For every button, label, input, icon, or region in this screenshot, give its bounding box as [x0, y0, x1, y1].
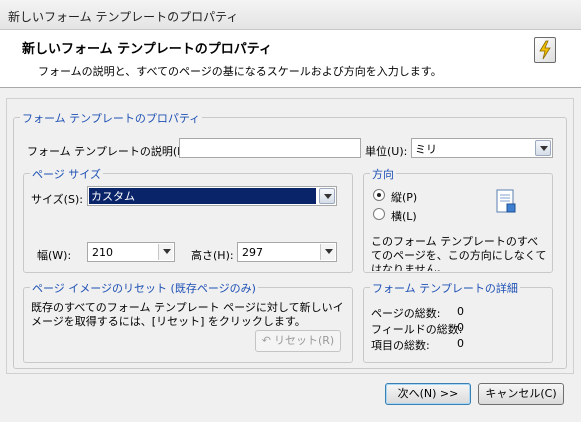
orientation-note: このフォーム テンプレートのすべてのページを、この方向にしなくてはなりません。 — [371, 235, 547, 271]
width-label: 幅(W): — [37, 249, 72, 262]
wizard-lightning-icon — [534, 37, 556, 63]
width-spinner[interactable]: 210 — [87, 242, 175, 262]
size-select[interactable]: カスタム — [87, 186, 337, 206]
header-subtitle: フォームの説明と、すべてのページの基になるスケールおよび方向を入力します。 — [38, 65, 442, 78]
page-orientation-icon — [496, 189, 516, 213]
main-panel: フォーム テンプレートのプロパティ フォーム テンプレートの説明(D): 単位(… — [6, 98, 574, 374]
portrait-radio[interactable] — [373, 189, 385, 201]
pages-count-value: 0 — [457, 305, 464, 318]
size-label: サイズ(S): — [31, 193, 83, 206]
height-value: 297 — [242, 246, 263, 259]
description-label: フォーム テンプレートの説明(D): — [27, 145, 194, 158]
description-input[interactable] — [179, 138, 361, 158]
orientation-legend: 方向 — [370, 166, 396, 182]
unit-select[interactable]: ミリ — [411, 138, 553, 158]
reset-button-label: リセット(R) — [273, 334, 335, 347]
chevron-down-icon[interactable] — [320, 244, 335, 260]
page-size-legend: ページ サイズ — [30, 166, 103, 182]
undo-icon: ↶ — [261, 334, 271, 347]
fields-count-value: 0 — [457, 321, 464, 334]
title-bar: 新しいフォーム テンプレートのプロパティ — [0, 0, 581, 30]
reset-button[interactable]: ↶ リセット(R) — [255, 330, 341, 352]
details-legend: フォーム テンプレートの詳細 — [370, 280, 520, 296]
items-count-value: 0 — [457, 337, 464, 350]
properties-legend: フォーム テンプレートのプロパティ — [20, 110, 203, 126]
height-label: 高さ(H): — [191, 249, 234, 262]
cancel-button[interactable]: キャンセル(C) — [478, 383, 564, 405]
header-title: 新しいフォーム テンプレートのプロパティ — [22, 42, 272, 57]
next-button[interactable]: 次へ(N) >> — [385, 383, 471, 405]
reset-legend: ページ イメージのリセット (既存ページのみ) — [30, 280, 258, 296]
pages-count-label: ページの総数: — [371, 307, 441, 320]
unit-select-value: ミリ — [415, 143, 437, 156]
chevron-down-icon[interactable] — [319, 188, 335, 204]
fields-count-label: フィールドの総数: — [371, 323, 463, 336]
width-value: 210 — [92, 246, 113, 259]
height-spinner[interactable]: 297 — [237, 242, 337, 262]
chevron-down-icon[interactable] — [535, 140, 551, 156]
unit-label: 単位(U): — [365, 145, 408, 158]
wizard-header: 新しいフォーム テンプレートのプロパティ フォームの説明と、すべてのページの基に… — [0, 30, 581, 88]
items-count-label: 項目の総数: — [371, 339, 430, 352]
portrait-label[interactable]: 縦(P) — [391, 189, 417, 205]
reset-description: 既存のすべてのフォーム テンプレート ページに対して新しいイメージを取得するには… — [31, 301, 344, 328]
window-title: 新しいフォーム テンプレートのプロパティ — [8, 10, 239, 24]
size-select-value: カスタム — [89, 188, 316, 204]
landscape-label[interactable]: 横(L) — [391, 208, 417, 224]
landscape-radio[interactable] — [373, 208, 385, 220]
chevron-down-icon[interactable] — [158, 244, 173, 260]
